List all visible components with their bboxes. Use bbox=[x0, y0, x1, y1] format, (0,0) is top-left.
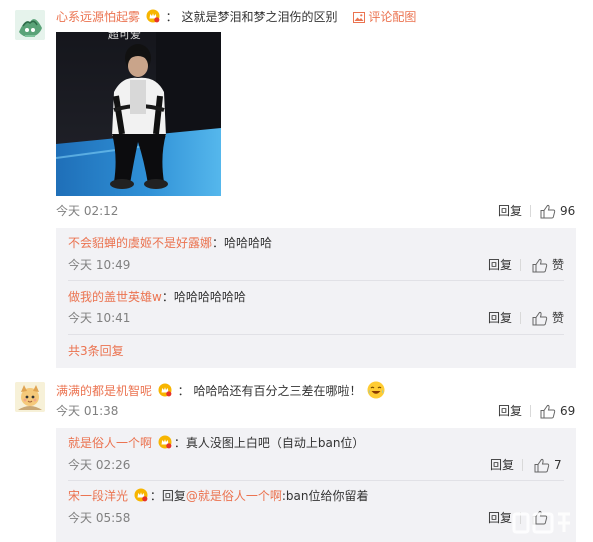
reply-username[interactable]: 宋一段洋光 bbox=[68, 489, 128, 503]
reply-text-after-mention: :ban位给你留着 bbox=[281, 489, 369, 503]
action-divider bbox=[520, 259, 521, 271]
reply-username[interactable]: 做我的盖世英雄w bbox=[68, 290, 162, 304]
comment-time: 今天 01:38 bbox=[56, 404, 119, 418]
reply-time: 今天 02:26 bbox=[68, 458, 131, 472]
image-icon bbox=[353, 12, 366, 23]
comment-text: 哈哈哈还有百分之三差在哪啦！ bbox=[193, 384, 362, 398]
comment-time: 今天 02:12 bbox=[56, 204, 119, 218]
comment-pic-link-label: 评论配图 bbox=[368, 10, 417, 24]
svg-text:超可爱: 超可爱 bbox=[108, 32, 141, 41]
comment-line: 满满的都是机智呢 ： 哈哈哈还有百分之三差在哪啦！ bbox=[56, 381, 385, 399]
thumbs-up-icon bbox=[540, 204, 556, 218]
action-divider bbox=[520, 312, 521, 324]
avatar-illustration bbox=[15, 10, 45, 40]
comment-username[interactable]: 满满的都是机智呢 bbox=[56, 384, 152, 398]
watermark-logo-mark bbox=[512, 512, 570, 534]
reply-button[interactable]: 回复 bbox=[490, 457, 514, 473]
reply-text: 哈哈哈哈 bbox=[224, 236, 273, 250]
site-watermark-logo bbox=[512, 508, 582, 542]
user-avatar[interactable] bbox=[15, 10, 45, 40]
reply-username[interactable]: 就是俗人一个啊 bbox=[68, 436, 152, 450]
reply-text: 回复 bbox=[161, 489, 186, 503]
comment-separator: ： bbox=[165, 10, 178, 24]
reply-time: 今天 10:41 bbox=[68, 311, 131, 325]
like-button[interactable]: 7 bbox=[534, 457, 562, 473]
comment-username[interactable]: 心系远源怕起雾 bbox=[56, 10, 140, 24]
reply-button[interactable]: 回复 bbox=[488, 310, 512, 326]
like-button[interactable]: 赞 bbox=[532, 310, 564, 326]
like-label: 赞 bbox=[552, 311, 565, 325]
comment-text: 这就是梦泪和梦之泪伤的区别 bbox=[181, 10, 338, 24]
user-avatar[interactable] bbox=[15, 382, 45, 412]
like-button[interactable]: 赞 bbox=[532, 257, 564, 273]
reply-username[interactable]: 不会貂蝉的虞姬不是好露娜 bbox=[68, 236, 212, 250]
vip-crown-badge-icon[interactable] bbox=[146, 9, 160, 23]
reply-separator: ： bbox=[212, 236, 225, 250]
reply-separator: ： bbox=[161, 290, 174, 304]
action-divider bbox=[530, 205, 531, 217]
reply-button[interactable]: 回复 bbox=[498, 403, 522, 419]
reply-separator: ： bbox=[149, 489, 162, 503]
comment-separator: ： bbox=[177, 384, 190, 398]
vip-crown-badge-icon[interactable] bbox=[158, 435, 172, 449]
reply-divider bbox=[68, 280, 564, 281]
reply-button[interactable]: 回复 bbox=[498, 203, 522, 219]
laughing-tears-emoji bbox=[367, 381, 385, 399]
reply-divider bbox=[68, 334, 564, 335]
comment-line: 心系远源怕起雾 ： 这就是梦泪和梦之泪伤的区别 评论配图 bbox=[56, 9, 416, 25]
thumbs-up-icon bbox=[534, 458, 550, 472]
reply-line: 宋一段洋光 ：回复@就是俗人一个啊:ban位给你留着 bbox=[68, 488, 369, 504]
reply-line: 就是俗人一个啊 ：真人没图上白吧（自动上ban位） bbox=[68, 435, 364, 451]
reply-button[interactable]: 回复 bbox=[488, 257, 512, 273]
like-button[interactable]: 96 bbox=[540, 203, 575, 219]
like-count: 69 bbox=[560, 404, 576, 418]
action-divider bbox=[530, 405, 531, 417]
action-divider bbox=[522, 459, 523, 471]
reply-time: 今天 10:49 bbox=[68, 258, 131, 272]
thumbs-up-icon bbox=[532, 258, 548, 272]
vip-crown-badge-icon[interactable] bbox=[134, 488, 148, 502]
like-button[interactable]: 69 bbox=[540, 403, 575, 419]
reply-text: 哈哈哈哈哈哈 bbox=[173, 290, 246, 304]
thumbs-up-icon bbox=[540, 404, 556, 418]
reply-button[interactable]: 回复 bbox=[488, 510, 512, 526]
reply-text: 真人没图上白吧（自动上ban位） bbox=[185, 436, 365, 450]
reply-mention-link[interactable]: @就是俗人一个啊 bbox=[186, 489, 282, 503]
reply-divider bbox=[68, 480, 564, 481]
reply-time: 今天 05:58 bbox=[68, 511, 131, 525]
comment-photo[interactable]: 超可爱 bbox=[56, 32, 221, 196]
reply-separator: ： bbox=[173, 436, 186, 450]
more-replies-link[interactable]: 共3条回复 bbox=[68, 343, 124, 359]
comment-pic-link[interactable]: 评论配图 bbox=[353, 10, 416, 24]
like-count: 96 bbox=[560, 204, 576, 218]
photo-person-crouching: 超可爱 bbox=[56, 32, 221, 196]
avatar-illustration bbox=[15, 382, 45, 412]
like-count: 7 bbox=[554, 458, 562, 472]
reply-line: 做我的盖世英雄w：哈哈哈哈哈哈 bbox=[68, 289, 246, 305]
vip-crown-badge-icon[interactable] bbox=[158, 383, 172, 397]
like-label: 赞 bbox=[552, 258, 565, 272]
reply-line: 不会貂蝉的虞姬不是好露娜：哈哈哈哈 bbox=[68, 235, 272, 251]
thumbs-up-icon bbox=[532, 311, 548, 325]
